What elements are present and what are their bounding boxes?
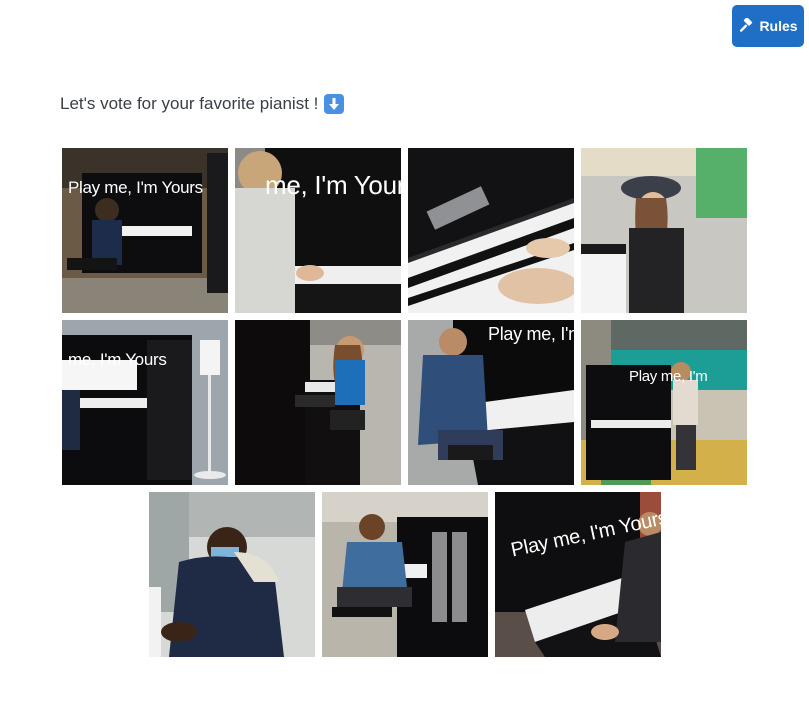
pianist-photo-5-image (62, 320, 228, 485)
pianist-photo-10[interactable] (321, 492, 488, 657)
thumb-caption: Play me, I'm (629, 368, 708, 385)
pianist-photo-2[interactable]: me, I'm Your (235, 148, 401, 313)
pianist-photo-4-image (581, 148, 747, 313)
pianist-photo-7[interactable]: Play me, I'm Yo (408, 320, 574, 485)
rules-button[interactable]: Rules (732, 5, 804, 47)
page-heading: Let's vote for your favorite pianist ! (60, 92, 345, 116)
gallery-row-3: Play me, I'm Yours (0, 492, 809, 657)
pianist-photo-10-image (321, 492, 488, 657)
pianist-photo-8-image (581, 320, 747, 485)
thumb-caption: me, I'm Your (265, 170, 401, 200)
pianist-photo-5[interactable]: me, I'm Yours (62, 320, 228, 485)
gavel-icon (738, 18, 754, 34)
pianist-photo-9[interactable] (148, 492, 315, 657)
thumb-caption: Play me, I'm Yo (488, 324, 574, 344)
pianist-photo-8[interactable]: Play me, I'm (581, 320, 747, 485)
thumb-caption: me, I'm Yours (68, 350, 167, 369)
pianist-photo-1-image (62, 148, 228, 313)
pianist-photo-9-image (148, 492, 315, 657)
down-arrow-emoji-icon (324, 94, 345, 114)
pianist-photo-6[interactable] (235, 320, 401, 485)
rules-button-label: Rules (759, 18, 798, 34)
pianist-photo-3-image (408, 148, 574, 313)
gallery-row-2: me, I'm Yours Play me, I' Play me, I'm (0, 320, 809, 485)
page-heading-text: Let's vote for your favorite pianist ! (60, 94, 319, 113)
pianist-photo-6-image (235, 320, 401, 485)
pianist-photo-4[interactable] (581, 148, 747, 313)
voting-page: Rules Let's vote for your favorite piani… (0, 0, 809, 701)
thumb-caption: Play me, I'm Yours (68, 178, 203, 197)
pianist-photo-1[interactable]: Play me, I'm Yours (62, 148, 228, 313)
pianist-photo-3[interactable] (408, 148, 574, 313)
pianist-photo-11[interactable]: Play me, I'm Yours (494, 492, 661, 657)
gallery-row-1: Play me, I'm Yours me, I'm Your (0, 148, 809, 313)
